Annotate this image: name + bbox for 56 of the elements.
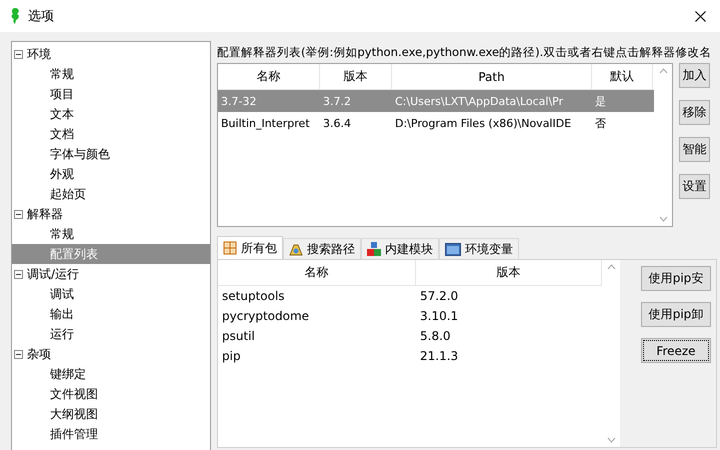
tree-item[interactable]: 常规 [12, 224, 210, 244]
column-header[interactable]: 版本 [320, 64, 392, 89]
collapse-icon[interactable] [14, 50, 23, 58]
tab[interactable]: 搜索路径 [283, 238, 361, 259]
tree-item[interactable]: 输出 [12, 304, 210, 324]
interpreter-button[interactable]: 加入 [679, 63, 710, 88]
table-cell-text: pip [221, 349, 242, 363]
grid-icon [223, 241, 237, 255]
tree-item[interactable]: 文档 [12, 124, 210, 144]
tree-item[interactable]: 插件管理 [12, 424, 210, 444]
folder-search-icon [289, 242, 303, 256]
tree-item[interactable]: 解释器 [27, 206, 63, 222]
tree-item[interactable]: 项目 [12, 84, 210, 104]
tree-item[interactable]: 运行 [12, 324, 210, 344]
table-cell-text: 5.8.0 [419, 329, 452, 343]
tree-item[interactable]: 杂项 [27, 346, 51, 362]
collapse-icon[interactable] [14, 210, 23, 218]
tree-item[interactable]: 调试/运行 [27, 266, 80, 282]
tab[interactable]: 环境变量 [439, 238, 519, 259]
collapse-icon[interactable] [14, 270, 23, 278]
tree-item[interactable]: 环境 [27, 46, 51, 62]
tree-item[interactable]: 键绑定 [12, 364, 210, 384]
tree-item[interactable]: 大纲视图 [12, 404, 210, 424]
tree-item[interactable]: 文件视图 [12, 384, 210, 404]
window-title: 选项 [28, 8, 54, 25]
pip-button[interactable]: Freeze [641, 338, 711, 363]
interpreter-button[interactable]: 移除 [679, 100, 710, 125]
tab[interactable]: 所有包 [217, 236, 283, 259]
pip-button[interactable]: 使用pip安 [641, 266, 711, 291]
tree-item[interactable]: 起始页 [12, 184, 210, 204]
table-cell-text: psutil [221, 329, 256, 343]
tab[interactable]: 内建模块 [361, 238, 439, 259]
table-cell-text: pycryptodome [221, 309, 310, 323]
table-cell-text: 3.10.1 [419, 309, 460, 323]
table-cell-text: 57.2.0 [419, 289, 460, 303]
collapse-icon[interactable] [14, 350, 23, 358]
column-header[interactable]: 名称 [218, 64, 320, 89]
pip-button[interactable]: 使用pip卸 [641, 302, 711, 327]
table-row[interactable]: Builtin_Interpret 3.6.4 D:\Program Files (x86)\NovalIDE 否 [218, 112, 654, 134]
column-header[interactable]: 默认 [592, 64, 653, 89]
tree-item[interactable]: 字体与颜色 [12, 144, 210, 164]
tree-item[interactable]: 调试 [12, 284, 210, 304]
tree-item[interactable]: 文本 [12, 104, 210, 124]
column-header[interactable]: Path [392, 64, 592, 89]
interpreter-button[interactable]: 智能 [679, 137, 710, 162]
table-cell-text: setuptools [221, 289, 286, 303]
blocks-icon [367, 242, 381, 256]
close-icon[interactable] [695, 10, 706, 22]
tree-item[interactable]: 常规 [12, 64, 210, 84]
table-cell-text: 21.1.3 [419, 349, 460, 363]
instruction-text: 配置解释器列表(举例:例如python.exe,pythonw.exe的路径).双击或者右键点击解释器修改名 [217, 44, 712, 60]
column-header[interactable]: 版本 [416, 260, 602, 285]
window-icon [445, 242, 461, 256]
tree-item[interactable]: 外观 [12, 164, 210, 184]
interpreter-button[interactable]: 设置 [679, 174, 710, 199]
column-header[interactable]: 名称 [218, 260, 416, 285]
